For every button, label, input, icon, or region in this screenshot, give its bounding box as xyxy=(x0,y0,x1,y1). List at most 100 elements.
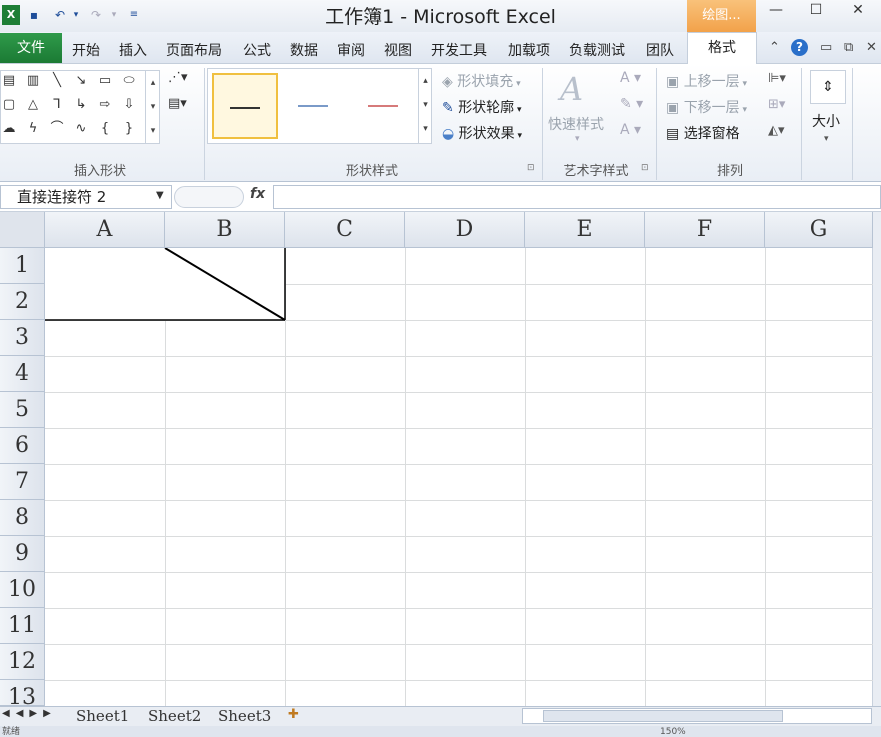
oval-shape-icon[interactable]: ⬭ xyxy=(121,73,137,89)
style-option-blue-line[interactable] xyxy=(282,73,348,139)
style-option-red-line[interactable] xyxy=(352,73,418,139)
name-box-dropdown-icon[interactable]: ▼ xyxy=(156,190,164,201)
curve-shape-icon[interactable]: ∿ xyxy=(73,121,89,137)
row-header-7[interactable]: 7 xyxy=(0,464,45,500)
vertical-textbox-shape-icon[interactable]: ▥ xyxy=(25,73,41,89)
tab-load-test[interactable]: 负载测试 xyxy=(569,40,625,60)
size-dropdown-icon[interactable]: ▾ xyxy=(824,134,829,144)
column-header-a[interactable]: A xyxy=(45,212,165,248)
zoom-level[interactable]: 150% xyxy=(660,727,686,737)
triangle-shape-icon[interactable]: △ xyxy=(25,97,41,113)
row-header-8[interactable]: 8 xyxy=(0,500,45,536)
row-header-3[interactable]: 3 xyxy=(0,320,45,356)
right-arrow-shape-icon[interactable]: ⇨ xyxy=(97,97,113,113)
row-header-12[interactable]: 12 xyxy=(0,644,45,680)
workbook-restore-icon[interactable]: ⧉ xyxy=(844,40,853,55)
row-header-13[interactable]: 13 xyxy=(0,680,45,706)
text-effects-icon[interactable]: A ▾ xyxy=(620,122,641,138)
quick-styles-dropdown-icon[interactable]: ▾ xyxy=(575,134,580,144)
line-shape-icon[interactable]: ╲ xyxy=(49,73,65,89)
textbox-shape-icon[interactable]: ▤ xyxy=(1,73,17,89)
insert-function-icon[interactable]: fx xyxy=(250,186,265,202)
formula-input[interactable] xyxy=(273,185,881,209)
elbow-connector-shape-icon[interactable]: ⅂ xyxy=(49,97,65,113)
align-icon[interactable]: ⊫▾ xyxy=(768,71,786,86)
minimize-button[interactable]: — xyxy=(756,0,796,22)
tab-file[interactable]: 文件 xyxy=(0,33,62,63)
size-label[interactable]: 大小 xyxy=(812,111,840,131)
tab-team[interactable]: 团队 xyxy=(646,40,674,60)
tab-formulas[interactable]: 公式 xyxy=(243,40,271,60)
formula-bar-resizer[interactable] xyxy=(174,186,244,208)
sheet-tab-sheet1[interactable]: Sheet1 xyxy=(76,706,129,726)
text-box-icon[interactable]: ▤▾ xyxy=(168,96,187,111)
dialog-launcher-icon[interactable]: ⊡ xyxy=(641,163,649,173)
style-option-dark-line[interactable] xyxy=(212,73,278,139)
arrow-line-shape-icon[interactable]: ↘ xyxy=(73,73,89,89)
column-header-g[interactable]: G xyxy=(765,212,873,248)
row-header-1[interactable]: 1 xyxy=(0,248,45,284)
lightning-shape-icon[interactable]: ϟ xyxy=(25,121,41,137)
quick-styles-label[interactable]: 快速样式 xyxy=(548,114,604,134)
column-header-b[interactable]: B xyxy=(165,212,285,248)
insert-shapes-gallery[interactable]: ▤ ▥ ╲ ↘ ▭ ⬭ ▢ △ ⅂ ↳ ⇨ ⇩ ☁ ϟ ⌒ ∿ { } ▴ ▾ ▾ xyxy=(0,70,160,144)
tab-home[interactable]: 开始 xyxy=(72,40,100,60)
select-all-corner[interactable] xyxy=(0,212,45,248)
tab-insert[interactable]: 插入 xyxy=(119,40,147,60)
row-header-10[interactable]: 10 xyxy=(0,572,45,608)
column-header-c[interactable]: C xyxy=(285,212,405,248)
shape-effects-button[interactable]: ◒ 形状效果 ▾ xyxy=(442,123,522,143)
row-header-4[interactable]: 4 xyxy=(0,356,45,392)
size-icon[interactable]: ⇕ xyxy=(810,70,846,104)
bring-forward-button[interactable]: ▣ 上移一层 ▾ xyxy=(666,71,747,91)
tab-page-layout[interactable]: 页面布局 xyxy=(166,40,222,60)
row-header-5[interactable]: 5 xyxy=(0,392,45,428)
row-header-9[interactable]: 9 xyxy=(0,536,45,572)
right-brace-shape-icon[interactable]: } xyxy=(121,121,137,137)
workbook-close-icon[interactable]: ✕ xyxy=(866,40,877,55)
sheet-tab-sheet3[interactable]: Sheet3 xyxy=(218,706,271,726)
text-fill-icon[interactable]: A ▾ xyxy=(620,70,641,86)
shape-styles-gallery[interactable]: ▴ ▾ ▾ xyxy=(207,68,432,144)
cloud-shape-icon[interactable]: ☁ xyxy=(1,121,17,137)
rotate-icon[interactable]: ◭▾ xyxy=(768,123,785,138)
tab-format[interactable]: 格式 xyxy=(687,32,757,65)
name-box[interactable]: 直接连接符 2 xyxy=(0,185,172,209)
row-header-6[interactable]: 6 xyxy=(0,428,45,464)
selection-pane-button[interactable]: ▤ 选择窗格 xyxy=(666,123,740,143)
tab-view[interactable]: 视图 xyxy=(384,40,412,60)
rectangle-shape-icon[interactable]: ▭ xyxy=(97,73,113,89)
help-icon[interactable]: ? xyxy=(791,39,808,56)
down-arrow-shape-icon[interactable]: ⇩ xyxy=(121,97,137,113)
dialog-launcher-icon[interactable]: ⊡ xyxy=(527,163,535,173)
rounded-rectangle-shape-icon[interactable]: ▢ xyxy=(1,97,17,113)
edit-shape-icon[interactable]: ⋰▾ xyxy=(168,70,188,85)
collapse-ribbon-icon[interactable]: ⌃ xyxy=(769,40,780,55)
horizontal-scrollbar[interactable] xyxy=(522,708,872,724)
text-outline-icon[interactable]: ✎ ▾ xyxy=(620,96,643,112)
close-button[interactable]: ✕ xyxy=(838,0,878,22)
arc-shape-icon[interactable]: ⌒ xyxy=(49,121,65,137)
tab-developer[interactable]: 开发工具 xyxy=(431,40,487,60)
merged-cell-a1-b2[interactable] xyxy=(45,248,285,320)
elbow-arrow-shape-icon[interactable]: ↳ xyxy=(73,97,89,113)
shape-fill-button[interactable]: ◈ 形状填充 ▾ xyxy=(442,71,521,91)
column-header-d[interactable]: D xyxy=(405,212,525,248)
row-header-11[interactable]: 11 xyxy=(0,608,45,644)
sheet-nav-arrows-icon[interactable]: ◀◀▶▶ xyxy=(2,708,57,719)
tab-review[interactable]: 审阅 xyxy=(337,40,365,60)
styles-gallery-scroll[interactable]: ▴ ▾ ▾ xyxy=(418,69,432,143)
left-brace-shape-icon[interactable]: { xyxy=(97,121,113,137)
insert-sheet-icon[interactable]: ✚ xyxy=(288,707,299,722)
column-header-e[interactable]: E xyxy=(525,212,645,248)
shape-outline-button[interactable]: ✎ 形状轮廓 ▾ xyxy=(442,97,522,117)
horizontal-scroll-thumb[interactable] xyxy=(543,710,783,722)
row-header-2[interactable]: 2 xyxy=(0,284,45,320)
maximize-button[interactable]: ☐ xyxy=(796,0,836,22)
tab-addins[interactable]: 加载项 xyxy=(508,40,550,60)
workbook-minimize-icon[interactable]: ▭ xyxy=(820,40,832,55)
cell-grid[interactable] xyxy=(45,248,873,706)
vertical-scrollbar[interactable] xyxy=(872,212,881,706)
tab-data[interactable]: 数据 xyxy=(290,40,318,60)
sheet-tab-sheet2[interactable]: Sheet2 xyxy=(148,706,201,726)
